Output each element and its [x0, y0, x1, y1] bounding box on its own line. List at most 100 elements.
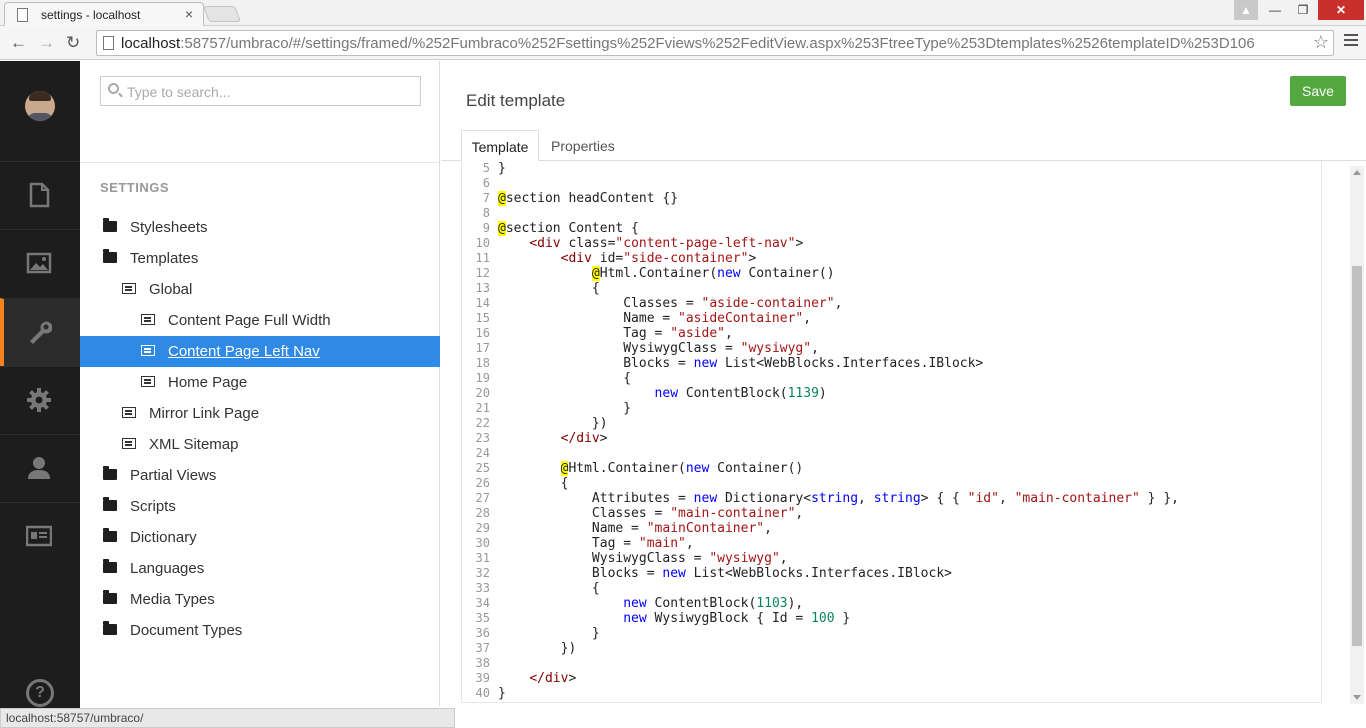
scroll-up-icon[interactable]	[1353, 170, 1361, 175]
line-number: 23	[475, 431, 490, 445]
code-line: 10 <div class="content-page-left-nav">	[462, 236, 1321, 251]
tree-node-label: XML Sitemap	[149, 436, 239, 453]
close-window-button[interactable]: ✕	[1318, 0, 1364, 20]
tree-node-label: Media Types	[130, 591, 215, 608]
code-line: 31 WysiwygClass = "wysiwyg",	[462, 551, 1321, 566]
line-number: 34	[475, 596, 490, 610]
line-number: 36	[475, 626, 490, 640]
members-section[interactable]	[0, 502, 80, 570]
tree-node-stylesheets[interactable]: Stylesheets	[80, 212, 440, 243]
folder-icon	[103, 249, 117, 263]
browser-tab[interactable]: settings - localhost ×	[4, 2, 204, 26]
address-bar[interactable]: localhost:58757/umbraco/#/settings/frame…	[96, 30, 1334, 56]
tree-node-label: Languages	[130, 560, 205, 577]
bookmark-star-icon[interactable]: ☆	[1313, 32, 1329, 53]
divider	[80, 162, 440, 163]
line-number: 8	[482, 206, 490, 220]
code-line: 26 {	[462, 476, 1321, 491]
page-title: Edit template	[466, 91, 566, 110]
tree-node-scripts[interactable]: Scripts	[80, 491, 440, 522]
code-line: 14 Classes = "aside-container",	[462, 296, 1321, 311]
tree-node-document-types[interactable]: Document Types	[80, 615, 440, 646]
line-number: 17	[475, 341, 490, 355]
line-number: 30	[475, 536, 490, 550]
line-number: 29	[475, 521, 490, 535]
help-icon[interactable]: ?	[26, 679, 54, 707]
scrollbar-thumb[interactable]	[1352, 266, 1362, 646]
search-input[interactable]: Type to search...	[100, 76, 421, 106]
tree-node-partial-views[interactable]: Partial Views	[80, 460, 440, 491]
code-line: 32 Blocks = new List<WebBlocks.Interface…	[462, 566, 1321, 581]
code-text: }	[498, 626, 600, 641]
users-icon	[28, 457, 50, 479]
editor-scrollbar[interactable]	[1350, 166, 1364, 704]
browser-menu-icon[interactable]	[1344, 34, 1358, 50]
line-number: 12	[475, 266, 490, 280]
media-section[interactable]	[0, 229, 80, 297]
line-number: 35	[475, 611, 490, 625]
code-text: new ContentBlock(1139)	[654, 386, 827, 401]
line-number: 24	[475, 446, 490, 460]
tab-close-icon[interactable]: ×	[185, 6, 193, 22]
tree-node-global[interactable]: Global	[80, 274, 440, 305]
tree-node-media-types[interactable]: Media Types	[80, 584, 440, 615]
developer-section[interactable]	[0, 366, 80, 434]
line-number: 11	[475, 251, 490, 265]
folder-icon	[103, 497, 117, 511]
tree-node-label: Partial Views	[130, 467, 217, 484]
minimize-button[interactable]: —	[1262, 0, 1288, 20]
avatar[interactable]	[25, 91, 55, 121]
tree-node-label: Content Page Left Nav	[168, 343, 320, 360]
reload-icon[interactable]: ↻	[66, 33, 80, 53]
editor-panel: Edit template Save Template Properties 5…	[441, 61, 1366, 706]
line-number: 33	[475, 581, 490, 595]
code-text: @Html.Container(new Container()	[591, 266, 835, 281]
tree-node-content-page-full-width[interactable]: Content Page Full Width	[80, 305, 440, 336]
tree-panel: Type to search... SETTINGS Stylesheets Te…	[80, 61, 440, 706]
settings-section[interactable]	[0, 298, 80, 366]
code-line: 33 {	[462, 581, 1321, 596]
code-text: Blocks = new List<WebBlocks.Interfaces.I…	[498, 566, 952, 581]
back-icon[interactable]: ←	[10, 33, 27, 53]
url-host: localhost	[121, 35, 181, 52]
code-line: 23 </div>	[462, 431, 1321, 446]
tab-properties[interactable]: Properties	[551, 130, 615, 161]
tree-node-xml-sitemap[interactable]: XML Sitemap	[80, 429, 440, 460]
code-text: Tag = "main",	[498, 536, 694, 551]
tree-node-home-page[interactable]: Home Page	[80, 367, 440, 398]
code-editor[interactable]: 5} 6 7 @section headContent {} 8 9 @section Co…	[461, 161, 1322, 703]
status-url: localhost:58757/umbraco/	[0, 708, 455, 728]
line-number: 16	[475, 326, 490, 340]
url-text[interactable]: localhost:58757/umbraco/#/settings/frame…	[121, 35, 1311, 52]
tree-node-dictionary[interactable]: Dictionary	[80, 522, 440, 553]
profile-icon[interactable]: ▲	[1234, 0, 1258, 20]
code-line: 22 })	[462, 416, 1321, 431]
developer-gear-icon	[27, 388, 51, 412]
tree-node-label: Stylesheets	[130, 219, 208, 236]
line-number: 15	[475, 311, 490, 325]
code-line: 25 @Html.Container(new Container()	[462, 461, 1321, 476]
search-icon	[108, 83, 119, 94]
tab-template[interactable]: Template	[461, 130, 539, 161]
code-text: @section Content {	[498, 221, 639, 236]
tree-node-templates[interactable]: Templates	[80, 243, 440, 274]
line-number: 32	[475, 566, 490, 580]
tree-node-mirror-link-page[interactable]: Mirror Link Page	[80, 398, 440, 429]
tree-node-languages[interactable]: Languages	[80, 553, 440, 584]
content-section[interactable]	[0, 161, 80, 229]
template-icon	[122, 283, 136, 294]
save-button[interactable]: Save	[1290, 76, 1346, 106]
users-section[interactable]	[0, 434, 80, 502]
new-tab-button[interactable]	[203, 6, 241, 22]
code-line: 21 }	[462, 401, 1321, 416]
tree-node-content-page-left-nav[interactable]: Content Page Left Nav	[80, 336, 440, 367]
maximize-button[interactable]: ❐	[1290, 0, 1316, 20]
code-text: Name = "asideContainer",	[498, 311, 812, 326]
code-line: 37 })	[462, 641, 1321, 656]
folder-icon	[103, 528, 117, 542]
code-text: <div class="content-page-left-nav">	[529, 236, 804, 251]
forward-icon[interactable]: →	[38, 33, 55, 53]
line-number: 21	[475, 401, 490, 415]
scroll-down-icon[interactable]	[1353, 695, 1361, 700]
code-line: 19 {	[462, 371, 1321, 386]
